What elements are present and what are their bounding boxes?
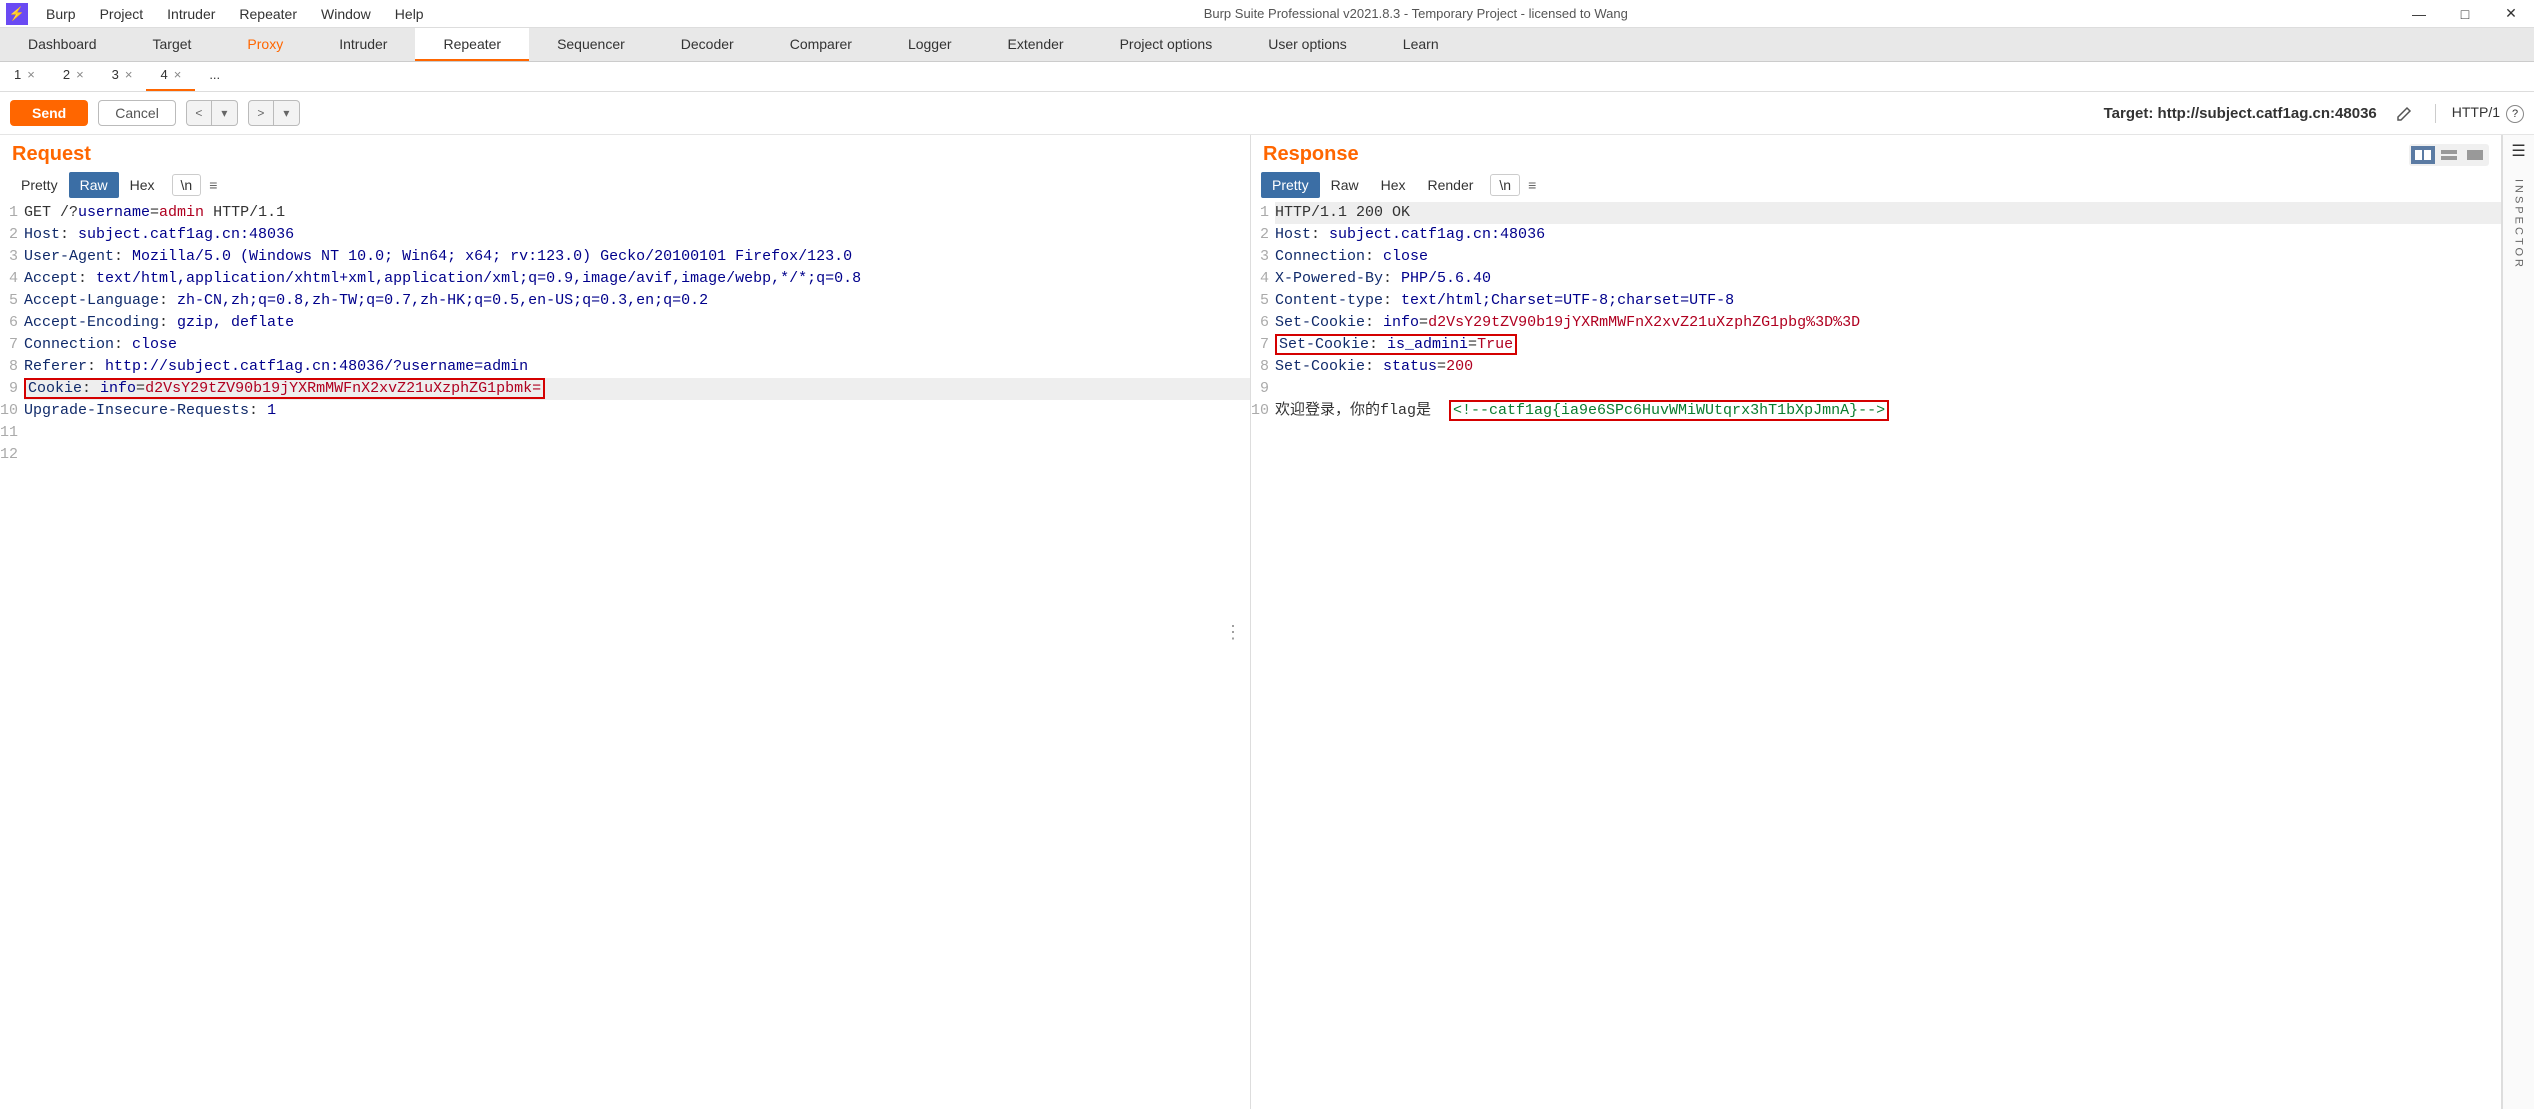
drag-handle-icon[interactable]: ⋮	[1224, 622, 1242, 643]
menu-window[interactable]: Window	[309, 2, 383, 26]
tab-logger[interactable]: Logger	[880, 28, 980, 61]
layout-single-icon[interactable]	[2463, 146, 2487, 164]
target-value: http://subject.catf1ag.cn:48036	[2158, 105, 2377, 122]
sub-tab-more[interactable]: ...	[195, 62, 234, 91]
sub-tab-label: 2	[63, 67, 70, 82]
http-version-label: HTTP/1	[2452, 104, 2500, 120]
tab-proxy[interactable]: Proxy	[219, 28, 311, 61]
repeater-toolbar: Send Cancel < ▾ > ▾ Target: http://subje…	[0, 92, 2534, 135]
minimize-icon[interactable]: —	[2396, 0, 2442, 28]
title-bar: ⚡ Burp Project Intruder Repeater Window …	[0, 0, 2534, 28]
tab-intruder[interactable]: Intruder	[311, 28, 415, 61]
http-version-toggle[interactable]: HTTP/1?	[2435, 104, 2524, 123]
tab-comparer[interactable]: Comparer	[762, 28, 880, 61]
view-newline[interactable]: \n	[1490, 174, 1520, 196]
history-back-group: < ▾	[186, 100, 238, 126]
target-display[interactable]: Target: http://subject.catf1ag.cn:48036	[2104, 105, 2377, 122]
request-title: Request	[12, 143, 91, 166]
view-render[interactable]: Render	[1417, 172, 1485, 198]
sub-tab-label: ...	[209, 67, 220, 82]
menu-repeater[interactable]: Repeater	[227, 2, 309, 26]
menu-project[interactable]: Project	[88, 2, 156, 26]
send-button[interactable]: Send	[10, 100, 88, 126]
app-logo-icon: ⚡	[6, 3, 28, 25]
view-raw[interactable]: Raw	[1320, 172, 1370, 198]
inspector-label: INSPECTOR	[2513, 179, 2525, 270]
tab-sequencer[interactable]: Sequencer	[529, 28, 653, 61]
tab-decoder[interactable]: Decoder	[653, 28, 762, 61]
sub-tab-2[interactable]: 2×	[49, 62, 98, 91]
maximize-icon[interactable]: □	[2442, 0, 2488, 28]
tab-target[interactable]: Target	[125, 28, 220, 61]
sub-tab-label: 4	[160, 67, 167, 82]
layout-toggle	[2409, 144, 2489, 166]
repeater-sub-tabs: 1× 2× 3× 4× ...	[0, 62, 2534, 92]
menu-intruder[interactable]: Intruder	[155, 2, 227, 26]
history-back-button[interactable]: <	[186, 100, 212, 126]
request-view-tabs: Pretty Raw Hex \n ≡	[0, 170, 1250, 200]
response-viewer[interactable]: 1HTTP/1.1 200 OK2Host: subject.catf1ag.c…	[1251, 200, 2501, 1109]
view-hex[interactable]: Hex	[119, 172, 166, 198]
view-pretty[interactable]: Pretty	[10, 172, 69, 198]
target-label: Target:	[2104, 105, 2158, 122]
history-fwd-menu[interactable]: ▾	[274, 100, 300, 126]
history-fwd-group: > ▾	[248, 100, 300, 126]
close-icon[interactable]: ✕	[2488, 0, 2534, 28]
sub-tab-label: 1	[14, 67, 21, 82]
inspector-panel[interactable]: ☰ INSPECTOR	[2502, 135, 2534, 1109]
view-raw[interactable]: Raw	[69, 172, 119, 198]
tab-dashboard[interactable]: Dashboard	[0, 28, 125, 61]
response-title: Response	[1263, 143, 1359, 166]
sub-tab-3[interactable]: 3×	[98, 62, 147, 91]
tab-learn[interactable]: Learn	[1375, 28, 1467, 61]
hamburger-icon[interactable]: ≡	[209, 177, 217, 193]
edit-target-icon[interactable]	[2395, 103, 2415, 123]
window-title: Burp Suite Professional v2021.8.3 - Temp…	[436, 6, 2396, 21]
close-icon[interactable]: ×	[125, 67, 133, 82]
close-icon[interactable]: ×	[27, 67, 35, 82]
tab-user-options[interactable]: User options	[1240, 28, 1375, 61]
view-newline[interactable]: \n	[172, 174, 202, 196]
history-fwd-button[interactable]: >	[248, 100, 274, 126]
view-pretty[interactable]: Pretty	[1261, 172, 1320, 198]
menu-help[interactable]: Help	[383, 2, 436, 26]
tab-extender[interactable]: Extender	[980, 28, 1092, 61]
view-hex[interactable]: Hex	[1370, 172, 1417, 198]
sub-tab-label: 3	[112, 67, 119, 82]
main-tabs: Dashboard Target Proxy Intruder Repeater…	[0, 28, 2534, 62]
sub-tab-4[interactable]: 4×	[146, 62, 195, 91]
close-icon[interactable]: ×	[174, 67, 182, 82]
menu-bar: Burp Project Intruder Repeater Window He…	[34, 2, 436, 26]
response-view-tabs: Pretty Raw Hex Render \n ≡	[1251, 170, 2501, 200]
inspector-toggle-icon[interactable]: ☰	[2511, 141, 2525, 161]
hamburger-icon[interactable]: ≡	[1528, 177, 1536, 193]
close-icon[interactable]: ×	[76, 67, 84, 82]
layout-columns-icon[interactable]	[2411, 146, 2435, 164]
request-pane: Request Pretty Raw Hex \n ≡ 1GET /?usern…	[0, 135, 1251, 1109]
request-editor[interactable]: 1GET /?username=admin HTTP/1.12Host: sub…	[0, 200, 1250, 1109]
tab-repeater[interactable]: Repeater	[415, 28, 529, 61]
tab-project-options[interactable]: Project options	[1092, 28, 1241, 61]
layout-rows-icon[interactable]	[2437, 146, 2461, 164]
sub-tab-1[interactable]: 1×	[0, 62, 49, 91]
response-pane: Response Pretty Raw Hex Render \n ≡ 1HTT…	[1251, 135, 2502, 1109]
menu-burp[interactable]: Burp	[34, 2, 88, 26]
cancel-button[interactable]: Cancel	[98, 100, 176, 126]
history-back-menu[interactable]: ▾	[212, 100, 238, 126]
help-icon[interactable]: ?	[2506, 105, 2524, 123]
